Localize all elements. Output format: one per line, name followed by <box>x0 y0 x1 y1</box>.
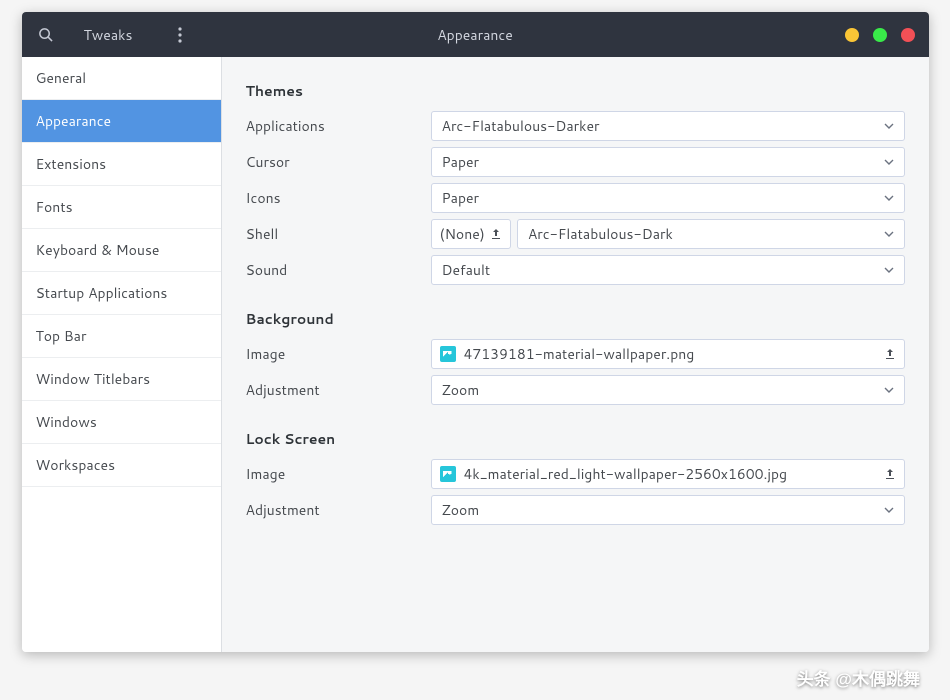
maximize-button[interactable] <box>873 28 887 42</box>
window-title: Appearance <box>437 25 513 45</box>
row-sound: Sound Default <box>246 253 905 287</box>
chevron-down-icon <box>884 195 894 201</box>
row-icons: Icons Paper <box>246 181 905 215</box>
section-title-lockscreen: Lock Screen <box>246 429 905 449</box>
header-left: Tweaks <box>22 12 205 57</box>
label-bg-image: Image <box>246 344 431 364</box>
combo-value: Zoom <box>442 380 480 400</box>
content: Themes Applications Arc-Flatabulous-Dark… <box>222 57 929 652</box>
label-ls-image: Image <box>246 464 431 484</box>
image-icon <box>440 346 456 362</box>
combo-value: Default <box>442 260 491 280</box>
combo-value: Zoom <box>442 500 480 520</box>
chevron-down-icon <box>884 267 894 273</box>
row-applications: Applications Arc-Flatabulous-Darker <box>246 109 905 143</box>
label-bg-adjustment: Adjustment <box>246 380 431 400</box>
row-bg-adjustment: Adjustment Zoom <box>246 373 905 407</box>
label-ls-adjustment: Adjustment <box>246 500 431 520</box>
label-applications: Applications <box>246 116 431 136</box>
row-cursor: Cursor Paper <box>246 145 905 179</box>
sidebar-item-appearance[interactable]: Appearance <box>22 100 221 143</box>
combo-applications[interactable]: Arc-Flatabulous-Darker <box>431 111 905 141</box>
window-controls <box>845 28 915 42</box>
upload-icon <box>884 468 896 480</box>
menu-button[interactable] <box>156 12 204 57</box>
file-chooser-lockscreen[interactable]: 4k_material_red_light-wallpaper-2560x160… <box>431 459 905 489</box>
search-icon <box>38 27 53 42</box>
search-button[interactable] <box>22 12 70 57</box>
row-bg-image: Image 47139181-material-wallpaper.png <box>246 337 905 371</box>
body: GeneralAppearanceExtensionsFontsKeyboard… <box>22 57 929 652</box>
combo-value: Arc-Flatabulous-Dark <box>528 224 673 244</box>
combo-value: Paper <box>442 152 480 172</box>
upload-icon <box>490 228 502 240</box>
image-icon <box>440 466 456 482</box>
chevron-down-icon <box>884 387 894 393</box>
label-shell: Shell <box>246 224 431 244</box>
file-chooser-background[interactable]: 47139181-material-wallpaper.png <box>431 339 905 369</box>
sidebar-item-window-titlebars[interactable]: Window Titlebars <box>22 358 221 401</box>
sidebar-item-keyboard-mouse[interactable]: Keyboard & Mouse <box>22 229 221 272</box>
sidebar-item-general[interactable]: General <box>22 57 221 100</box>
combo-ls-adjustment[interactable]: Zoom <box>431 495 905 525</box>
section-title-themes: Themes <box>246 81 905 101</box>
close-button[interactable] <box>901 28 915 42</box>
sidebar-item-windows[interactable]: Windows <box>22 401 221 444</box>
chevron-down-icon <box>884 123 894 129</box>
headerbar: Tweaks Appearance <box>22 12 929 57</box>
tweaks-window: Tweaks Appearance GeneralAppearanceExten… <box>22 12 929 652</box>
row-shell: Shell (None) Arc-Flatabulous-Dark <box>246 217 905 251</box>
row-ls-image: Image 4k_material_red_light-wallpaper-25… <box>246 457 905 491</box>
sidebar: GeneralAppearanceExtensionsFontsKeyboard… <box>22 57 222 652</box>
sidebar-item-startup-applications[interactable]: Startup Applications <box>22 272 221 315</box>
row-ls-adjustment: Adjustment Zoom <box>246 493 905 527</box>
chevron-down-icon <box>884 231 894 237</box>
upload-icon <box>884 348 896 360</box>
file-value: 4k_material_red_light-wallpaper-2560x160… <box>464 464 876 484</box>
combo-cursor[interactable]: Paper <box>431 147 905 177</box>
watermark: 头条 @木偶跳舞 <box>797 665 920 690</box>
combo-value: Paper <box>442 188 480 208</box>
sidebar-item-extensions[interactable]: Extensions <box>22 143 221 186</box>
sidebar-item-fonts[interactable]: Fonts <box>22 186 221 229</box>
chevron-down-icon <box>884 159 894 165</box>
kebab-icon <box>178 27 182 43</box>
combo-value: Arc-Flatabulous-Darker <box>442 116 600 136</box>
combo-icons[interactable]: Paper <box>431 183 905 213</box>
app-name: Tweaks <box>70 25 157 45</box>
shell-none-button[interactable]: (None) <box>431 219 511 249</box>
section-title-background: Background <box>246 309 905 329</box>
minimize-button[interactable] <box>845 28 859 42</box>
sidebar-item-top-bar[interactable]: Top Bar <box>22 315 221 358</box>
sidebar-item-workspaces[interactable]: Workspaces <box>22 444 221 487</box>
combo-shell[interactable]: Arc-Flatabulous-Dark <box>517 219 905 249</box>
combo-sound[interactable]: Default <box>431 255 905 285</box>
label-sound: Sound <box>246 260 431 280</box>
chevron-down-icon <box>884 507 894 513</box>
combo-bg-adjustment[interactable]: Zoom <box>431 375 905 405</box>
file-value: 47139181-material-wallpaper.png <box>464 344 876 364</box>
none-label: (None) <box>440 224 485 244</box>
label-icons: Icons <box>246 188 431 208</box>
label-cursor: Cursor <box>246 152 431 172</box>
